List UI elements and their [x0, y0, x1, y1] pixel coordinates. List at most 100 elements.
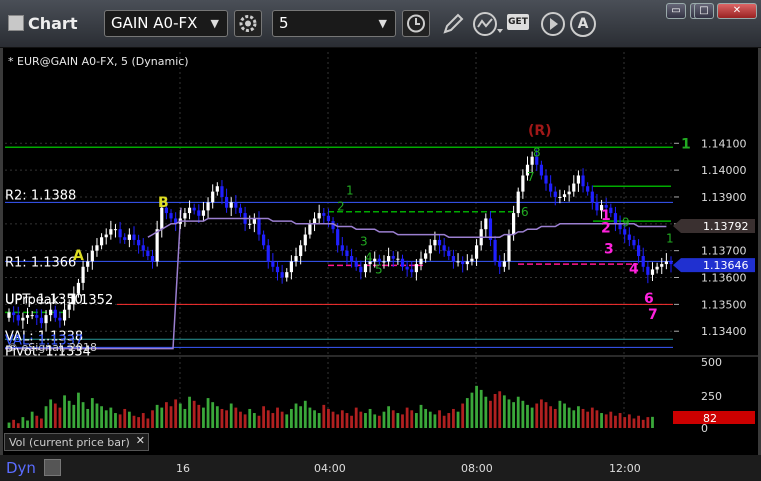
candle-body: [285, 272, 289, 278]
candle-body: [405, 266, 409, 270]
candle-body: [447, 250, 451, 257]
close-icon: ✕: [732, 5, 742, 16]
volume-bar: [308, 407, 312, 428]
volume-bar: [322, 404, 326, 428]
volume-bar: [262, 406, 266, 428]
candle-body: [234, 202, 238, 208]
volume-bar: [239, 411, 242, 428]
volume-bar: [651, 416, 654, 428]
study-button[interactable]: [472, 11, 504, 41]
draw-pencil-button[interactable]: [440, 12, 466, 41]
candle-body: [123, 237, 127, 240]
lock-icon[interactable]: [44, 459, 61, 476]
pencil-icon: [443, 13, 464, 34]
maximize-button[interactable]: □: [694, 3, 714, 19]
count-marker: 1: [346, 183, 354, 197]
volume-bar: [604, 414, 608, 428]
volume-bar: [81, 402, 85, 428]
volume-bar: [271, 413, 275, 428]
volume-bar: [493, 394, 497, 428]
candle-body: [576, 175, 581, 184]
candle-body: [299, 245, 303, 257]
volume-bar: [535, 403, 539, 428]
volume-bar: [58, 407, 62, 428]
restore-button[interactable]: ▭: [666, 3, 686, 19]
candle-body: [572, 183, 576, 192]
candle-body: [437, 239, 442, 246]
study-icon: [473, 12, 503, 36]
price-chart[interactable]: 1.141001.140001.139001.138001.137001.136…: [3, 48, 758, 455]
volume-bar: [428, 411, 432, 428]
candle-body: [201, 210, 206, 216]
x-tick-label: 12:00: [609, 462, 641, 475]
annotation-label: A: [73, 248, 84, 264]
volume-label-text: Vol (current price bar): [9, 436, 130, 449]
time-button[interactable]: [402, 10, 430, 37]
volume-bar: [590, 407, 594, 428]
volume-bar: [489, 400, 492, 428]
volume-bar: [35, 415, 39, 428]
candle-body: [433, 239, 437, 246]
volume-bar: [197, 404, 201, 428]
volume-bar: [646, 417, 650, 428]
volume-bar: [502, 395, 506, 428]
volume-bar: [141, 413, 145, 428]
candle-body: [262, 234, 266, 246]
candle-body: [21, 317, 25, 321]
symbol-combo[interactable]: GAIN A0-FX ▼: [104, 10, 228, 37]
volume-bar: [30, 411, 34, 428]
volume-bar: [581, 408, 585, 428]
volume-bar: [387, 406, 391, 428]
volume-bar: [424, 408, 428, 428]
candle-body: [49, 309, 53, 316]
volume-bar: [95, 403, 99, 428]
count-marker: 8: [533, 146, 541, 160]
candle-body: [86, 261, 90, 267]
dynamic-label[interactable]: Dyn: [6, 459, 36, 477]
candle-body: [340, 245, 344, 251]
candle-body: [410, 269, 414, 273]
candle-body: [636, 245, 641, 257]
candle-body: [303, 234, 307, 246]
candle-body: [595, 202, 599, 211]
close-icon[interactable]: ✕: [136, 434, 145, 447]
volume-bar: [461, 403, 465, 428]
close-button[interactable]: ✕: [717, 3, 757, 19]
volume-bar: [484, 396, 488, 428]
volume-bar: [72, 404, 76, 428]
candle-body: [215, 186, 219, 192]
candle-body: [271, 261, 275, 267]
chart-area[interactable]: 1.141001.140001.139001.138001.137001.136…: [3, 48, 758, 455]
candle-body: [623, 229, 627, 235]
get-label: GET: [508, 17, 528, 27]
candle-body: [137, 239, 141, 246]
settings-button[interactable]: [234, 10, 262, 37]
candle-body: [39, 317, 44, 324]
text-tool-button[interactable]: A: [570, 11, 596, 37]
volume-bar: [160, 407, 164, 428]
volume-bar: [442, 415, 446, 428]
interval-combo[interactable]: 5 ▼: [272, 10, 396, 37]
volume-study-label[interactable]: Vol (current price bar) ✕: [4, 433, 149, 451]
candle-body: [248, 223, 252, 225]
candle-body: [613, 213, 618, 224]
copyright-label: © eSignal, 2018: [7, 341, 97, 354]
volume-bar: [549, 406, 553, 428]
chart-symbol-label: * EUR@GAIN A0-FX, 5 (Dynamic): [8, 55, 189, 68]
candle-body: [238, 207, 243, 214]
volume-bar: [530, 407, 534, 428]
play-button[interactable]: [540, 11, 566, 41]
candle-body: [25, 315, 30, 318]
candle-body: [567, 191, 571, 195]
candle-body: [183, 213, 187, 219]
volume-bar: [44, 406, 48, 428]
volume-bar: [67, 400, 71, 428]
volume-bar: [577, 406, 580, 428]
get-button[interactable]: GET: [507, 14, 529, 30]
candle-body: [400, 258, 405, 267]
volume-bar: [567, 407, 571, 428]
volume-bar: [544, 402, 548, 428]
volume-bar: [127, 411, 131, 428]
candle-body: [586, 186, 590, 192]
restore-icon: ▭: [671, 5, 681, 16]
